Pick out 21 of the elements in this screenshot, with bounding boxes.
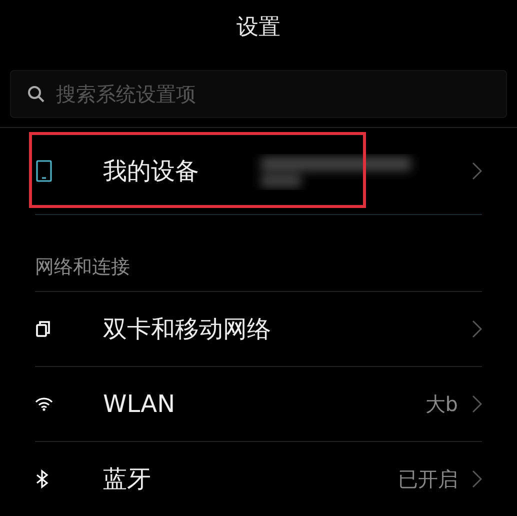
wifi-icon [35, 397, 53, 411]
row-value: 大b [425, 391, 458, 418]
chevron-right-icon [472, 162, 482, 180]
chevron-right-icon [472, 320, 482, 338]
chevron-right-icon [472, 470, 482, 488]
device-label: 我的设备 [103, 156, 199, 187]
settings-row[interactable]: 双卡和移动网络 [35, 291, 482, 366]
row-label: 双卡和移动网络 [103, 314, 272, 345]
row-label: WLAN [103, 389, 176, 420]
row-value: 已开启 [398, 466, 458, 493]
bluetooth-icon [35, 469, 49, 489]
phone-icon [35, 158, 53, 183]
settings-row[interactable]: 蓝牙 已开启 [35, 441, 482, 516]
page-title: 设置 [236, 14, 280, 42]
section-header: 网络和连接 [35, 254, 130, 280]
chevron-right-icon [472, 395, 482, 413]
sim-cards-icon [35, 320, 53, 338]
settings-row[interactable]: WLAN 大b [35, 366, 482, 441]
device-row[interactable]: 我的设备 [35, 128, 482, 215]
row-label: 蓝牙 [103, 464, 152, 495]
search-field[interactable]: 搜索系统设置项 [10, 70, 507, 118]
